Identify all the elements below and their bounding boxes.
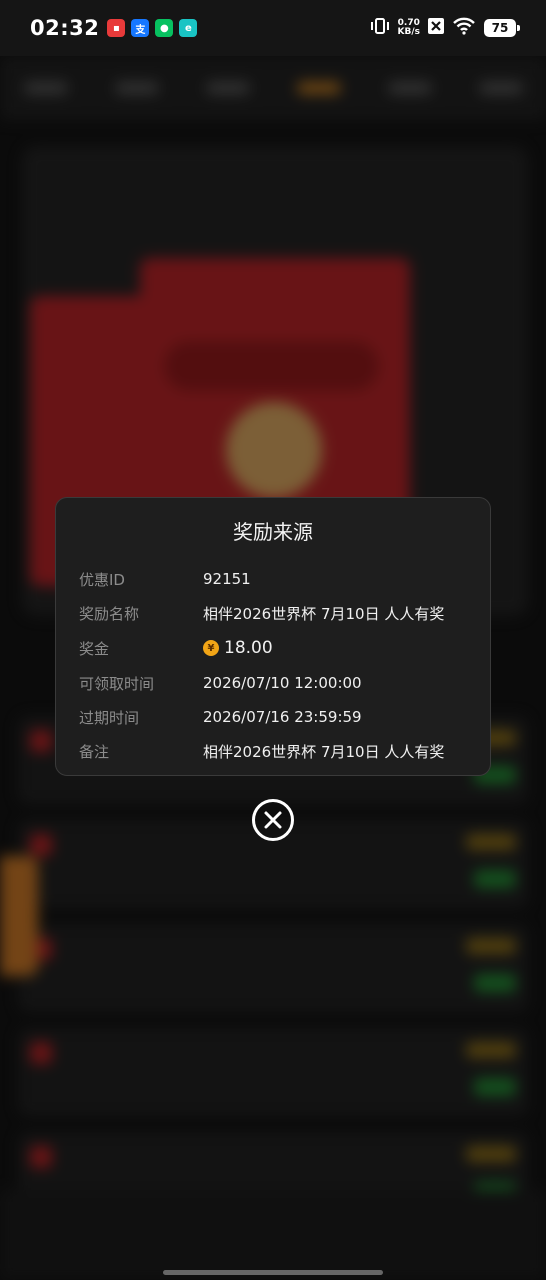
- yen-coin-icon: ¥: [203, 640, 219, 656]
- bg-tab: [205, 82, 250, 94]
- reward-source-dialog: 奖励来源 优惠ID 92151 奖励名称 相伴2026世界杯 7月10日 人人有…: [55, 497, 491, 776]
- notification-icons: ▪ 支 ● e: [107, 19, 198, 37]
- alipay-icon: 支: [131, 19, 150, 37]
- home-indicator[interactable]: [163, 1270, 383, 1275]
- detail-value-bonus: ¥ 18.00: [203, 638, 273, 658]
- bg-tab-active: [296, 82, 341, 94]
- network-speed: 0.70 KB/s: [398, 19, 420, 37]
- bg-tab: [114, 82, 159, 94]
- bg-tab: [23, 82, 68, 94]
- detail-label: 奖金: [79, 639, 110, 658]
- dialog-title: 奖励来源: [233, 520, 313, 544]
- detail-value: 相伴2026世界杯 7月10日 人人有奖: [203, 742, 445, 761]
- detail-row-claimable-time: 可领取时间 2026/07/10 12:00:00: [79, 671, 479, 695]
- no-sim-icon: [428, 17, 444, 39]
- bg-tab-bar: [0, 56, 546, 120]
- bg-tab: [478, 82, 523, 94]
- detail-row-bonus: 奖金 ¥ 18.00: [79, 636, 479, 660]
- detail-row-expiry-time: 过期时间 2026/07/16 23:59:59: [79, 705, 479, 729]
- bg-floating-banner: [0, 856, 38, 976]
- detail-label: 优惠ID: [79, 570, 125, 589]
- wifi-icon: [452, 17, 476, 39]
- wechat-icon: ●: [155, 19, 174, 37]
- status-bar: 02:32 ▪ 支 ● e 0.70 KB/s 75: [0, 0, 546, 56]
- detail-row-remark: 备注 相伴2026世界杯 7月10日 人人有奖: [79, 739, 479, 763]
- detail-value: 相伴2026世界杯 7月10日 人人有奖: [203, 604, 445, 623]
- browser-app-icon: e: [179, 19, 198, 37]
- close-icon: [264, 811, 282, 829]
- detail-row-reward-name: 奖励名称 相伴2026世界杯 7月10日 人人有奖: [79, 601, 479, 625]
- bonus-amount: 18.00: [224, 638, 273, 658]
- bg-tab: [387, 82, 432, 94]
- battery-indicator: 75: [484, 19, 520, 37]
- calendar-app-icon: ▪: [107, 19, 126, 37]
- detail-row-coupon-id: 优惠ID 92151: [79, 567, 479, 591]
- bg-list-row: [18, 1028, 528, 1116]
- bg-bottom-nav: [0, 1190, 546, 1280]
- vibrate-icon: [370, 17, 390, 39]
- detail-value: 2026/07/16 23:59:59: [203, 708, 362, 726]
- detail-label: 过期时间: [79, 708, 140, 727]
- detail-label: 奖励名称: [79, 604, 140, 623]
- detail-value: 2026/07/10 12:00:00: [203, 674, 362, 692]
- detail-value: 92151: [203, 570, 251, 588]
- network-speed-unit: KB/s: [397, 27, 420, 37]
- detail-label: 备注: [79, 742, 110, 761]
- bg-list-row: [18, 924, 528, 1012]
- bg-coin: [226, 402, 322, 498]
- bg-pill: [164, 341, 379, 391]
- detail-label: 可领取时间: [79, 674, 155, 693]
- close-dialog-button[interactable]: [252, 799, 294, 841]
- status-time: 02:32: [30, 16, 100, 40]
